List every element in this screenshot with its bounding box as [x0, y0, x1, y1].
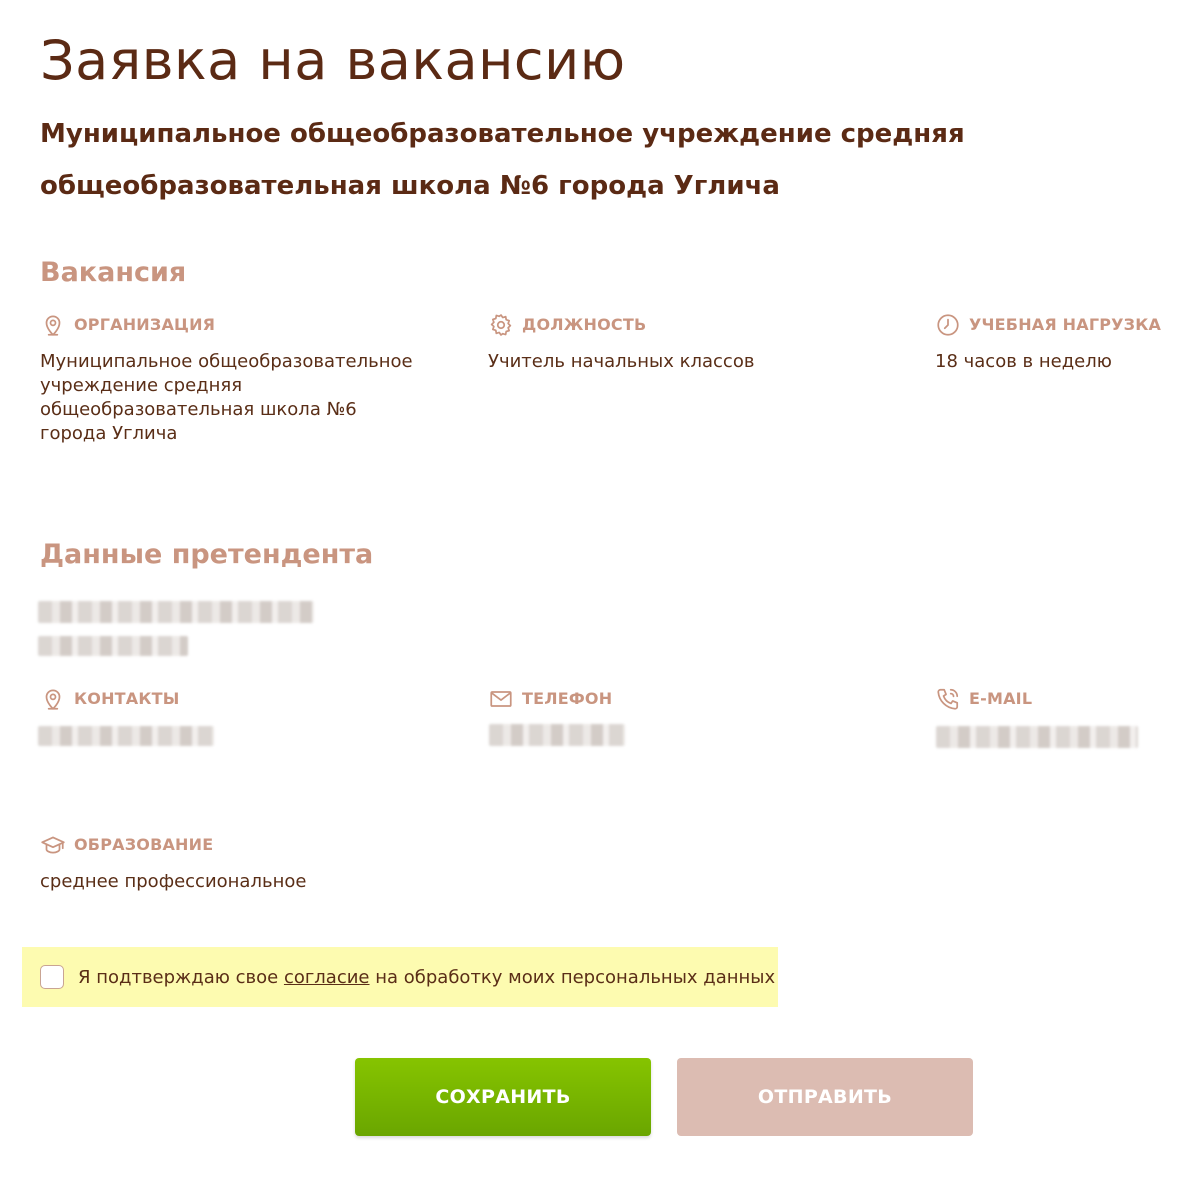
- vacancy-section-title: Вакансия: [40, 257, 187, 288]
- field-position-label: Должность: [522, 315, 647, 334]
- field-organization-value: Муниципальное общеобразовательное учрежд…: [40, 351, 413, 444]
- field-contacts-value-redacted: [38, 726, 214, 746]
- field-education: Образование среднее профессиональное: [40, 832, 540, 894]
- field-education-value: среднее профессиональное: [40, 871, 307, 892]
- save-button[interactable]: Сохранить: [355, 1058, 651, 1136]
- location-pin-icon: [45, 315, 61, 336]
- consent-link[interactable]: согласие: [284, 967, 370, 988]
- field-organization-label: Организация: [74, 315, 216, 334]
- field-workload: Учебная нагрузка 18 часов в неделю: [935, 312, 1185, 374]
- applicant-birthdate-redacted: [38, 636, 188, 656]
- applicant-section-title: Данные претендента: [40, 539, 374, 570]
- field-email-value-redacted: [936, 726, 1138, 748]
- field-email: E-mail: [935, 686, 1185, 712]
- graduation-cap-icon: [41, 836, 65, 854]
- field-phone: Телефон: [488, 686, 888, 712]
- clock-icon: [937, 314, 959, 336]
- envelope-icon: [490, 691, 512, 707]
- field-email-label: E-mail: [969, 689, 1033, 708]
- organization-title: Муниципальное общеобразовательное учрежд…: [40, 119, 965, 201]
- field-position-value: Учитель начальных классов: [488, 351, 755, 372]
- field-workload-value: 18 часов в неделю: [935, 351, 1112, 372]
- field-contacts: Контакты: [40, 686, 440, 712]
- field-education-label: Образование: [74, 835, 214, 854]
- location-pin-icon: [45, 689, 61, 710]
- phone-icon: [937, 688, 959, 710]
- applicant-name-redacted: [38, 601, 314, 623]
- field-phone-label: Телефон: [522, 689, 613, 708]
- field-organization: Организация Муниципальное общеобразовате…: [40, 312, 420, 446]
- gear-icon: [490, 314, 512, 336]
- field-phone-value-redacted: [489, 724, 625, 746]
- send-button[interactable]: Отправить: [677, 1058, 973, 1136]
- page-title: Заявка на вакансию: [40, 29, 626, 92]
- field-workload-label: Учебная нагрузка: [969, 315, 1162, 334]
- consent-row: Я подтверждаю свое согласие на обработку…: [22, 947, 778, 1007]
- consent-text: Я подтверждаю свое согласие на обработку…: [78, 966, 776, 988]
- consent-checkbox[interactable]: [40, 965, 64, 989]
- field-position: Должность Учитель начальных классов: [488, 312, 888, 374]
- field-contacts-label: Контакты: [74, 689, 180, 708]
